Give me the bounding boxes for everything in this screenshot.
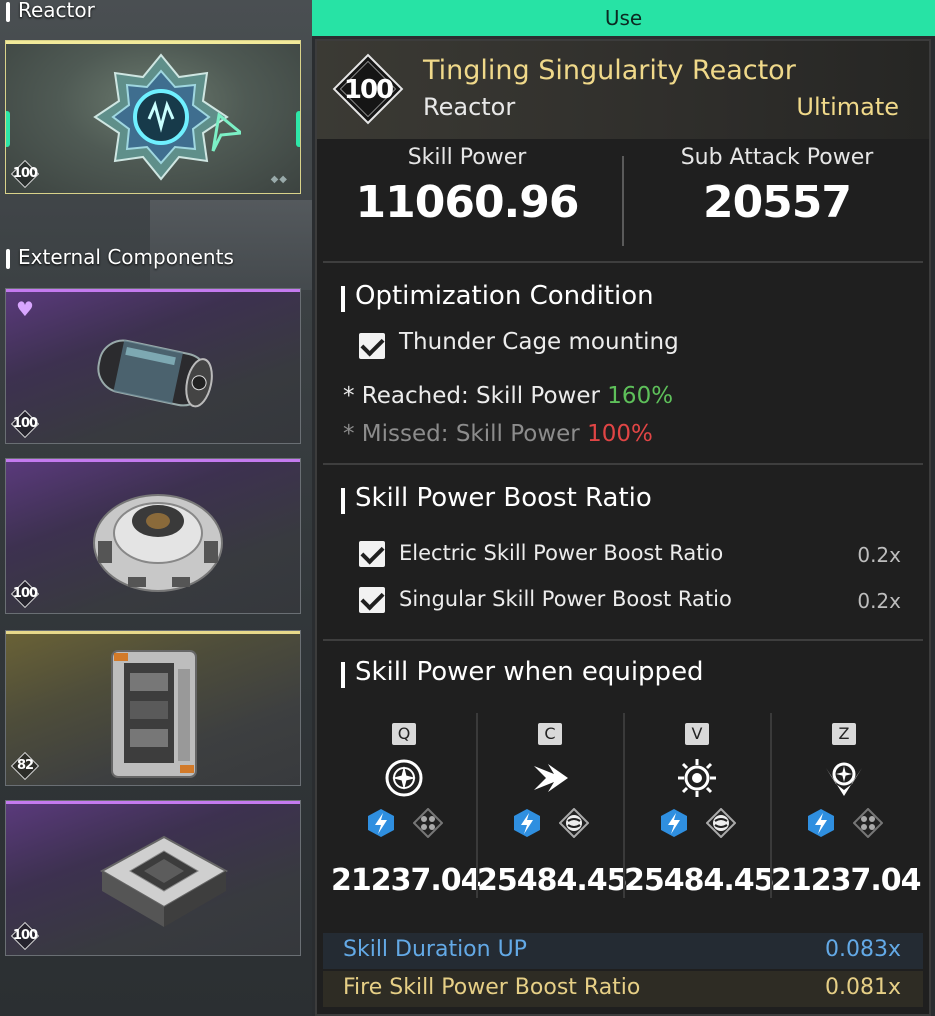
component-slot-4[interactable]: 100 [5, 800, 301, 956]
skill-power-value: 21237.04 [331, 863, 482, 898]
processor-component-icon [99, 835, 229, 927]
reactor-section-label: Reactor [6, 0, 95, 22]
skill-column-c: C 25484.45 [477, 713, 628, 913]
non-attribute-type-icon [853, 808, 883, 838]
crest-skill-icon [826, 762, 862, 796]
bonus-label: Skill Duration UP [343, 937, 527, 962]
divider [323, 261, 923, 263]
skill-power-value: 25484.45 [477, 863, 628, 898]
stat-divider [622, 156, 624, 246]
sub-attack-power-value: 20557 [702, 177, 852, 228]
boost-item-value: 0.2x [857, 543, 901, 567]
missed-line: * Missed: Skill Power 100% [343, 421, 653, 447]
reactor-slot-card[interactable]: 100 ◆◆ [5, 40, 301, 194]
electric-element-icon [661, 809, 687, 837]
singular-type-icon [559, 808, 589, 838]
skill-power-value: 25484.45 [624, 863, 775, 898]
skill-key-label: Q [392, 723, 416, 745]
component-level-badge: 100 [10, 579, 40, 609]
checkbox-icon [359, 587, 385, 613]
item-header: 100 Tingling Singularity Reactor Reactor… [317, 41, 929, 139]
skill-power-equipped-title: Skill Power when equipped [341, 657, 704, 688]
component-level-badge: 100 [10, 921, 40, 951]
target-skill-icon [385, 759, 423, 797]
use-button[interactable]: Use [312, 0, 935, 36]
bonus-value: 0.081x [824, 975, 901, 1000]
component-slot-3[interactable]: 82 [5, 630, 301, 786]
non-attribute-type-icon [413, 808, 443, 838]
component-level-badge: 100 [10, 409, 40, 439]
reactor-item-icon [93, 53, 241, 181]
component-slot-2[interactable]: 100 [5, 458, 301, 614]
electric-element-icon [514, 809, 540, 837]
bonus-value: 0.083x [824, 937, 901, 962]
checkbox-icon [359, 333, 385, 359]
skill-power-label: Skill Power [407, 145, 527, 170]
electric-element-icon [808, 809, 834, 837]
reactor-level-badge: 100 [10, 159, 40, 189]
battery-component-icon [111, 650, 197, 778]
boost-item-value: 0.2x [857, 589, 901, 613]
optimization-condition-text: Thunder Cage mounting [399, 329, 679, 355]
checkbox-icon [359, 541, 385, 567]
skill-power-value: 21237.04 [771, 863, 922, 898]
bonus-label: Fire Skill Power Boost Ratio [343, 975, 641, 1000]
skill-key-label: V [685, 723, 709, 745]
item-grade: Ultimate [796, 93, 899, 121]
skill-key-label: C [538, 723, 562, 745]
skill-power-value: 11060.96 [355, 177, 579, 228]
component-slot-1[interactable]: ♥ 100 [5, 288, 301, 444]
reached-value: 160% [607, 383, 674, 409]
skill-column-q: Q 21237.04 [331, 713, 482, 913]
component-level-badge: 82 [10, 751, 40, 781]
sun-burst-skill-icon [678, 759, 716, 797]
missed-value: 100% [587, 421, 653, 447]
reached-line: * Reached: Skill Power 160% [343, 383, 674, 409]
heart-icon: ♥ [16, 297, 34, 321]
external-components-label: External Components [6, 245, 234, 269]
arrow-burst-skill-icon [534, 764, 568, 792]
skill-column-v: V 25484.45 [624, 713, 775, 913]
bonus-row-fire-boost: Fire Skill Power Boost Ratio 0.081x [323, 971, 923, 1007]
cylinder-component-icon [97, 339, 213, 408]
ring-component-icon [93, 494, 223, 592]
bonus-row-skill-duration: Skill Duration UP 0.083x [323, 933, 923, 969]
singular-type-icon [706, 808, 736, 838]
divider [323, 639, 923, 641]
divider [323, 463, 923, 465]
item-detail-panel: 100 Tingling Singularity Reactor Reactor… [315, 39, 931, 1016]
electric-element-icon [368, 809, 394, 837]
skill-key-label: Z [832, 723, 856, 745]
item-name: Tingling Singularity Reactor [423, 55, 796, 86]
rarity-dots: ◆◆ [270, 174, 288, 185]
item-level: 100 [343, 75, 394, 105]
boost-item-label: Electric Skill Power Boost Ratio [399, 541, 724, 565]
equipment-sidebar: Reactor 100 ◆◆ External Components ♥ 100… [0, 0, 312, 1016]
boost-item-label: Singular Skill Power Boost Ratio [399, 587, 732, 611]
item-type: Reactor [423, 93, 516, 121]
sub-attack-power-label: Sub Attack Power [680, 145, 874, 170]
skill-column-z: Z 21237.04 [771, 713, 922, 913]
optimization-condition-title: Optimization Condition [341, 281, 654, 312]
skill-power-boost-ratio-title: Skill Power Boost Ratio [341, 483, 652, 514]
